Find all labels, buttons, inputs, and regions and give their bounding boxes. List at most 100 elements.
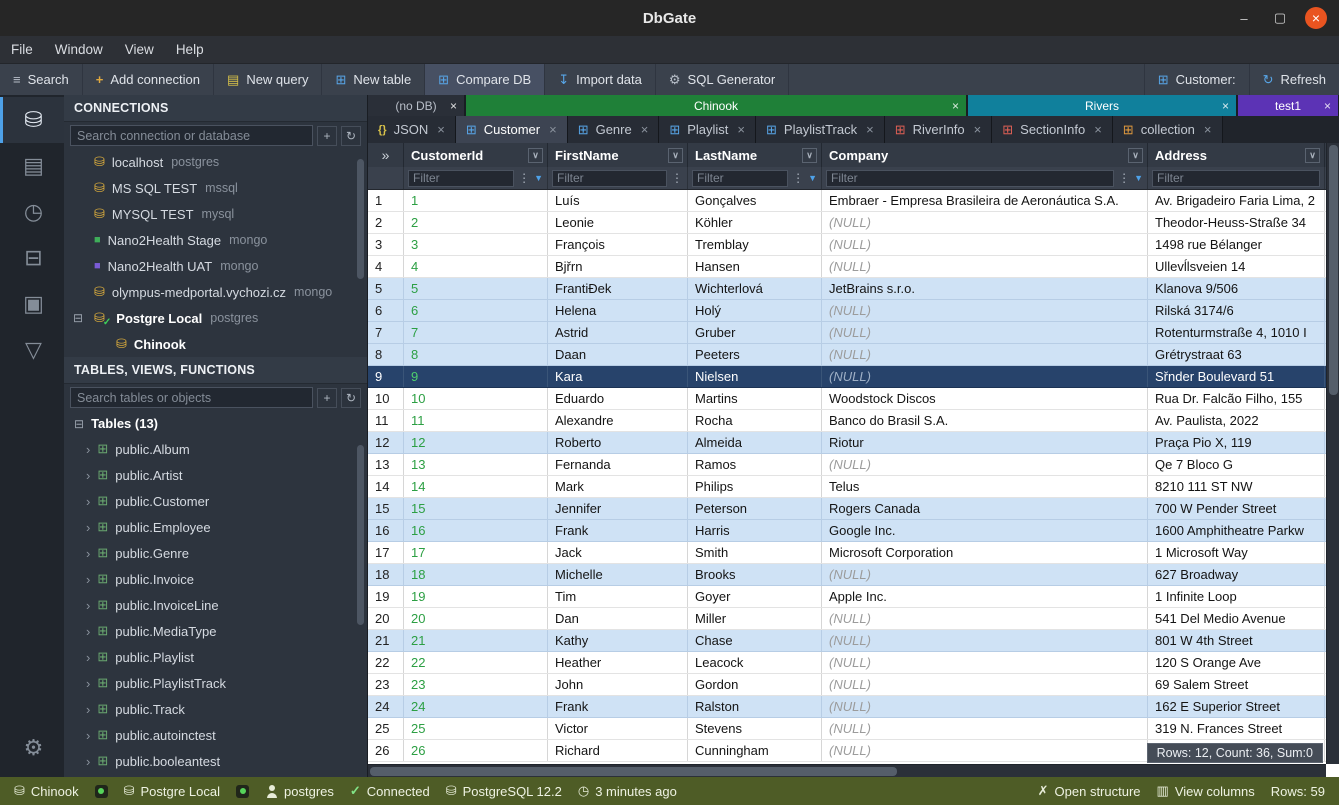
cell-customerid[interactable]: 5 bbox=[404, 278, 548, 299]
menu-window[interactable]: Window bbox=[44, 36, 114, 63]
cell-firstname[interactable]: John bbox=[548, 674, 688, 695]
cell-firstname[interactable]: Victor bbox=[548, 718, 688, 739]
table-item-public-genre[interactable]: ›⊞public.Genre bbox=[64, 540, 367, 566]
sidebar-settings-icon[interactable]: ⚙ bbox=[0, 725, 64, 771]
table-row[interactable]: 1212RobertoAlmeidaRioturPraça Pio X, 119 bbox=[368, 432, 1326, 454]
table-row[interactable]: 2121KathyChase(NULL)801 W 4th Street bbox=[368, 630, 1326, 652]
column-header-address[interactable]: Address∨ bbox=[1148, 143, 1325, 167]
toolbar-customer-button[interactable]: ⊞Customer: bbox=[1144, 64, 1249, 95]
filter-menu-icon[interactable]: ⋮ bbox=[792, 171, 804, 185]
column-dropdown-icon[interactable]: ∨ bbox=[1305, 148, 1320, 163]
cell-address[interactable]: Sřnder Boulevard 51 bbox=[1148, 366, 1325, 387]
table-row[interactable]: 66HelenaHolý(NULL)Rilská 3174/6 bbox=[368, 300, 1326, 322]
menu-view[interactable]: View bbox=[114, 36, 165, 63]
connection-nano2health-stage[interactable]: ■Nano2Health Stagemongo bbox=[64, 227, 367, 253]
table-item-public-autoinctest[interactable]: ›⊞public.autoinctest bbox=[64, 722, 367, 748]
cell-lastname[interactable]: Tremblay bbox=[688, 234, 822, 255]
add-table-mini-button[interactable]: + bbox=[317, 388, 337, 408]
cell-company[interactable]: Woodstock Discos bbox=[822, 388, 1148, 409]
column-dropdown-icon[interactable]: ∨ bbox=[802, 148, 817, 163]
connection-localhost[interactable]: ⛁localhostpostgres bbox=[64, 149, 367, 175]
tables-group[interactable]: ⊟ Tables (13) bbox=[64, 411, 367, 436]
table-row[interactable]: 11LuísGonçalvesEmbraer - Empresa Brasile… bbox=[368, 190, 1326, 212]
cell-firstname[interactable]: Fernanda bbox=[548, 454, 688, 475]
cell-customerid[interactable]: 7 bbox=[404, 322, 548, 343]
sidebar-plugins-icon[interactable]: ▣ bbox=[0, 281, 64, 327]
column-header-customerid[interactable]: CustomerId∨ bbox=[404, 143, 548, 167]
cell-customerid[interactable]: 13 bbox=[404, 454, 548, 475]
cell-lastname[interactable]: Harris bbox=[688, 520, 822, 541]
filter-input-company[interactable] bbox=[826, 170, 1114, 187]
grid-horizontal-scrollbar[interactable] bbox=[368, 764, 1326, 777]
column-dropdown-icon[interactable]: ∨ bbox=[528, 148, 543, 163]
cell-lastname[interactable]: Martins bbox=[688, 388, 822, 409]
table-item-public-invoiceline[interactable]: ›⊞public.InvoiceLine bbox=[64, 592, 367, 618]
sidebar-database-icon[interactable]: ⛁ bbox=[0, 97, 64, 143]
cell-address[interactable]: 69 Salem Street bbox=[1148, 674, 1325, 695]
table-row[interactable]: 33FrançoisTremblay(NULL)1498 rue Bélange… bbox=[368, 234, 1326, 256]
cell-firstname[interactable]: Richard bbox=[548, 740, 688, 761]
cell-address[interactable]: 700 W Pender Street bbox=[1148, 498, 1325, 519]
table-row[interactable]: 1515JenniferPetersonRogers Canada700 W P… bbox=[368, 498, 1326, 520]
cell-customerid[interactable]: 12 bbox=[404, 432, 548, 453]
table-row[interactable]: 1818MichelleBrooks(NULL)627 Broadway bbox=[368, 564, 1326, 586]
connection-postgre-local[interactable]: ⊟⛁✓Postgre Localpostgres bbox=[64, 305, 367, 331]
toolbar-search-button[interactable]: ≡Search bbox=[0, 64, 83, 95]
table-row[interactable]: 1919TimGoyerApple Inc.1 Infinite Loop bbox=[368, 586, 1326, 608]
table-row[interactable]: 1414MarkPhilipsTelus8210 111 ST NW bbox=[368, 476, 1326, 498]
table-row[interactable]: 1717JackSmithMicrosoft Corporation1 Micr… bbox=[368, 542, 1326, 564]
cell-address[interactable]: 8210 111 ST NW bbox=[1148, 476, 1325, 497]
cell-firstname[interactable]: Luís bbox=[548, 190, 688, 211]
refresh-tables-button[interactable]: ↻ bbox=[341, 388, 361, 408]
cell-customerid[interactable]: 15 bbox=[404, 498, 548, 519]
cell-lastname[interactable]: Wichterlová bbox=[688, 278, 822, 299]
cell-customerid[interactable]: 1 bbox=[404, 190, 548, 211]
close-icon[interactable]: × bbox=[952, 99, 959, 113]
cell-lastname[interactable]: Nielsen bbox=[688, 366, 822, 387]
cell-lastname[interactable]: Cunningham bbox=[688, 740, 822, 761]
cell-firstname[interactable]: Michelle bbox=[548, 564, 688, 585]
cell-lastname[interactable]: Peeters bbox=[688, 344, 822, 365]
cell-company[interactable]: Embraer - Empresa Brasileira de Aeronáut… bbox=[822, 190, 1148, 211]
connection-ms-sql-test[interactable]: ⛁MS SQL TESTmssql bbox=[64, 175, 367, 201]
table-row[interactable]: 1313FernandaRamos(NULL)Qe 7 Bloco G bbox=[368, 454, 1326, 476]
cell-company[interactable]: (NULL) bbox=[822, 344, 1148, 365]
toolbar-new-query-button[interactable]: ▤New query bbox=[214, 64, 322, 95]
filter-input-customerid[interactable] bbox=[408, 170, 514, 187]
cell-firstname[interactable]: Alexandre bbox=[548, 410, 688, 431]
cell-company[interactable]: (NULL) bbox=[822, 696, 1148, 717]
cell-address[interactable]: Klanova 9/506 bbox=[1148, 278, 1325, 299]
tab-riverinfo[interactable]: ⊞RiverInfo× bbox=[885, 116, 993, 143]
cell-address[interactable]: Rotenturmstraße 4, 1010 I bbox=[1148, 322, 1325, 343]
connections-scrollbar[interactable] bbox=[357, 153, 364, 353]
cell-lastname[interactable]: Stevens bbox=[688, 718, 822, 739]
table-row[interactable]: 1010EduardoMartinsWoodstock DiscosRua Dr… bbox=[368, 388, 1326, 410]
grid-vertical-scrollbar[interactable] bbox=[1326, 143, 1339, 764]
cell-lastname[interactable]: Smith bbox=[688, 542, 822, 563]
close-icon[interactable]: × bbox=[974, 122, 982, 137]
cell-company[interactable]: Apple Inc. bbox=[822, 586, 1148, 607]
cell-firstname[interactable]: Dan bbox=[548, 608, 688, 629]
table-item-public-album[interactable]: ›⊞public.Album bbox=[64, 436, 367, 462]
cell-lastname[interactable]: Miller bbox=[688, 608, 822, 629]
filter-input-lastname[interactable] bbox=[692, 170, 788, 187]
tabgroup-no-db[interactable]: (no DB)× bbox=[368, 95, 464, 116]
cell-customerid[interactable]: 23 bbox=[404, 674, 548, 695]
tabgroup-chinook[interactable]: Chinook× bbox=[466, 95, 966, 116]
cell-firstname[interactable]: Astrid bbox=[548, 322, 688, 343]
cell-company[interactable]: Google Inc. bbox=[822, 520, 1148, 541]
filter-menu-icon[interactable]: ⋮ bbox=[1118, 171, 1130, 185]
cell-firstname[interactable]: Jennifer bbox=[548, 498, 688, 519]
cell-company[interactable]: Banco do Brasil S.A. bbox=[822, 410, 1148, 431]
toolbar-new-table-button[interactable]: ⊞New table bbox=[322, 64, 425, 95]
cell-company[interactable]: Riotur bbox=[822, 432, 1148, 453]
cell-company[interactable]: (NULL) bbox=[822, 234, 1148, 255]
table-row[interactable]: 22LeonieKöhler(NULL)Theodor-Heuss-Straße… bbox=[368, 212, 1326, 234]
tables-search-input[interactable] bbox=[70, 387, 313, 408]
tab-customer[interactable]: ⊞Customer× bbox=[456, 116, 568, 143]
cell-lastname[interactable]: Chase bbox=[688, 630, 822, 651]
tab-collection[interactable]: ⊞collection× bbox=[1113, 116, 1223, 143]
cell-customerid[interactable]: 22 bbox=[404, 652, 548, 673]
cell-address[interactable]: 319 N. Frances Street bbox=[1148, 718, 1325, 739]
cell-customerid[interactable]: 20 bbox=[404, 608, 548, 629]
